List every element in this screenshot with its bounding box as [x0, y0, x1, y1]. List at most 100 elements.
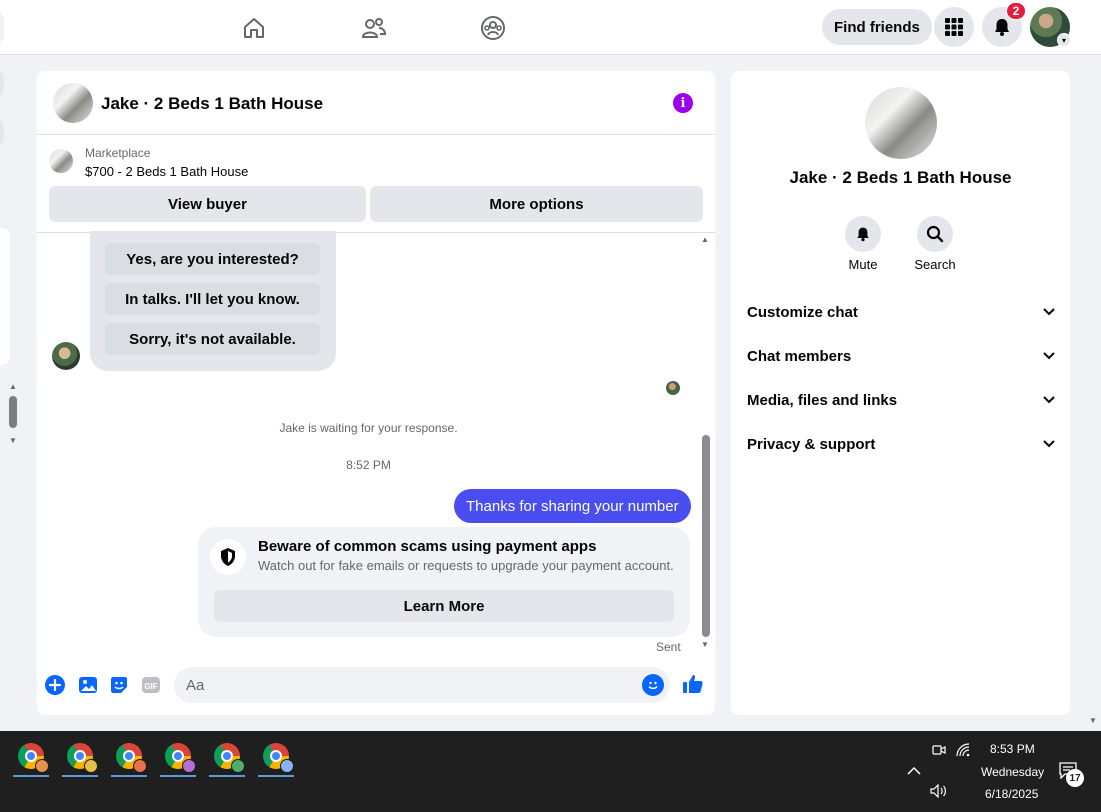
- chevron-down-icon[interactable]: ▾: [1057, 33, 1071, 47]
- chrome-profile-6[interactable]: [258, 739, 294, 777]
- scrollbar-thumb[interactable]: [702, 435, 710, 637]
- profile-badge: [35, 759, 49, 773]
- friends-icon[interactable]: [358, 12, 390, 44]
- more-options-button[interactable]: More options: [370, 186, 703, 222]
- chat-title[interactable]: Jake · 2 Beds 1 Bath House: [101, 94, 323, 114]
- shield-icon: [210, 539, 246, 575]
- chrome-icon: [214, 743, 245, 773]
- chevron-up-icon[interactable]: [907, 763, 921, 778]
- bell-icon: [845, 216, 881, 252]
- waiting-notice: Jake is waiting for your response.: [279, 421, 458, 435]
- bell-icon: [995, 19, 1009, 36]
- scroll-down-arrow[interactable]: ▼: [1089, 716, 1097, 725]
- sender-avatar[interactable]: [52, 342, 80, 370]
- scam-warning-title: Beware of common scams using payment app…: [258, 538, 597, 555]
- section-label: Chat members: [747, 347, 852, 365]
- profile-badge: [182, 759, 196, 773]
- chrome-profile-4[interactable]: [160, 739, 196, 777]
- profile-badge: [84, 759, 98, 773]
- chat-window: Jake · 2 Beds 1 Bath House i Marketplace…: [37, 71, 715, 715]
- info-panel-title: Jake · 2 Beds 1 Bath House: [789, 168, 1012, 187]
- media-files-links-row[interactable]: Media, files and links: [747, 380, 1055, 420]
- conversation-info-panel: Jake · 2 Beds 1 Bath House Mute Search C…: [731, 71, 1070, 715]
- gif-icon[interactable]: GIF: [141, 675, 161, 695]
- scroll-down-arrow[interactable]: ▼: [9, 436, 17, 445]
- clock-time[interactable]: 8:53 PM: [990, 742, 1035, 756]
- profile-badge: [133, 759, 147, 773]
- privacy-support-row[interactable]: Privacy & support: [747, 424, 1055, 464]
- search-icon: [917, 216, 953, 252]
- chat-members-row[interactable]: Chat members: [747, 336, 1055, 376]
- chrome-icon: [116, 743, 147, 773]
- chrome-icon: [67, 743, 98, 773]
- mute-label: Mute: [848, 257, 878, 272]
- photo-icon[interactable]: [78, 675, 98, 695]
- info-icon[interactable]: i: [673, 93, 693, 113]
- quick-reply-button[interactable]: Sorry, it's not available.: [105, 323, 320, 355]
- clock-date[interactable]: 6/18/2025: [985, 787, 1038, 801]
- search-stub[interactable]: [0, 10, 4, 44]
- scroll-down-arrow[interactable]: ▼: [701, 640, 709, 649]
- sent-status: Sent: [656, 640, 681, 654]
- volume-icon[interactable]: [930, 783, 948, 801]
- plus-icon[interactable]: [45, 675, 65, 695]
- left-panel-stub: [0, 228, 10, 365]
- listing-avatar-large[interactable]: [865, 87, 937, 159]
- scam-warning-card: Beware of common scams using payment app…: [198, 527, 690, 637]
- section-label: Customize chat: [747, 303, 858, 321]
- emoji-icon[interactable]: [642, 674, 664, 696]
- chevron-down-icon: [1043, 440, 1055, 448]
- quick-reply-button[interactable]: In talks. I'll let you know.: [105, 283, 320, 315]
- chevron-down-icon: [1043, 308, 1055, 316]
- scrollbar-thumb[interactable]: [9, 396, 17, 428]
- message-timestamp: 8:52 PM: [346, 458, 391, 472]
- chrome-profile-2[interactable]: [62, 739, 98, 777]
- view-buyer-button[interactable]: View buyer: [49, 186, 366, 222]
- notification-count-badge: 17: [1066, 769, 1084, 787]
- search-label: Search: [914, 257, 956, 272]
- notification-badge: 2: [1006, 2, 1026, 20]
- scam-warning-subtitle: Watch out for fake emails or requests to…: [258, 558, 674, 573]
- listing-avatar[interactable]: [53, 83, 93, 123]
- thumbs-up-icon[interactable]: [682, 673, 704, 695]
- outgoing-message[interactable]: Thanks for sharing your number: [454, 489, 691, 523]
- profile-badge: [231, 759, 245, 773]
- sticker-icon[interactable]: [109, 675, 129, 695]
- chevron-down-icon: [1043, 396, 1055, 404]
- scroll-up-arrow[interactable]: ▲: [9, 382, 17, 391]
- wifi-icon[interactable]: [956, 743, 971, 760]
- marketplace-banner: Marketplace $700 - 2 Beds 1 Bath House V…: [37, 135, 715, 233]
- home-icon[interactable]: [238, 12, 270, 44]
- top-navigation: Find friends 2 ▾: [0, 0, 1101, 55]
- taskbar: 8:53 PM Wednesday 6/18/2025 17: [0, 731, 1101, 812]
- chrome-profile-5[interactable]: [209, 739, 245, 777]
- scroll-up-arrow[interactable]: ▲: [701, 235, 709, 244]
- chrome-profile-3[interactable]: [111, 739, 147, 777]
- chrome-icon: [165, 743, 196, 773]
- listing-price: $700 - 2 Beds 1 Bath House: [85, 164, 249, 179]
- chrome-icon: [263, 743, 294, 773]
- groups-icon[interactable]: [477, 12, 509, 44]
- message-input[interactable]: Aa: [174, 667, 670, 703]
- clock-day[interactable]: Wednesday: [981, 765, 1044, 779]
- chevron-down-icon: [1043, 352, 1055, 360]
- listing-thumbnail: [49, 149, 73, 173]
- find-friends-button[interactable]: Find friends: [822, 9, 932, 45]
- chrome-profile-1[interactable]: [13, 739, 49, 777]
- chat-header: Jake · 2 Beds 1 Bath House i: [37, 71, 715, 135]
- meet-now-icon[interactable]: [932, 743, 946, 760]
- read-receipt-avatar: [666, 381, 680, 395]
- marketplace-label: Marketplace: [85, 146, 151, 160]
- menu-grid-icon[interactable]: [934, 7, 974, 47]
- chrome-icon: [18, 743, 49, 773]
- mute-button[interactable]: Mute: [828, 216, 898, 272]
- section-label: Media, files and links: [747, 391, 898, 409]
- left-sidebar-stub[interactable]: [0, 68, 4, 98]
- quick-reply-button[interactable]: Yes, are you interested?: [105, 243, 320, 275]
- profile-badge: [280, 759, 294, 773]
- left-sidebar-stub[interactable]: [0, 118, 4, 148]
- search-button[interactable]: Search: [900, 216, 970, 272]
- learn-more-button[interactable]: Learn More: [214, 590, 674, 622]
- gif-label: GIF: [144, 682, 157, 691]
- customize-chat-row[interactable]: Customize chat: [747, 292, 1055, 332]
